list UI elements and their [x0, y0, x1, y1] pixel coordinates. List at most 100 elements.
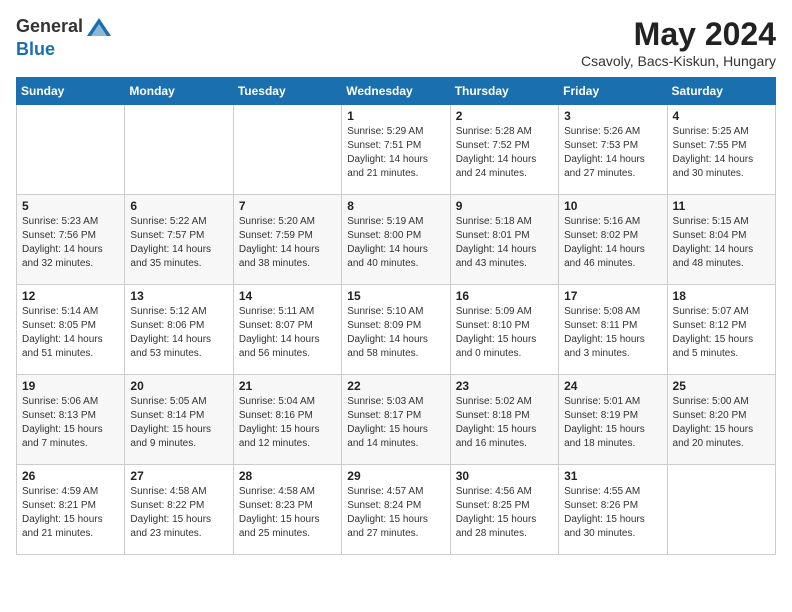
calendar-cell: 27 Sunrise: 4:58 AM Sunset: 8:22 PM Dayli… [125, 465, 233, 555]
day-number: 5 [22, 199, 119, 213]
day-number: 19 [22, 379, 119, 393]
day-info: Sunrise: 5:20 AM Sunset: 7:59 PM Dayligh… [239, 215, 336, 271]
title-block: May 2024 Csavoly, Bacs-Kiskun, Hungary [581, 16, 776, 69]
day-info: Sunrise: 4:58 AM Sunset: 8:22 PM Dayligh… [130, 485, 227, 541]
calendar-cell: 24Sunrise: 5:01 AM Sunset: 8:19 PM Dayli… [559, 375, 667, 465]
day-number: 7 [239, 199, 336, 213]
day-info: Sunrise: 5:29 AM Sunset: 7:51 PM Dayligh… [347, 125, 444, 181]
logo-blue: Blue [16, 40, 113, 60]
day-number: 21 [239, 379, 336, 393]
calendar-cell: 30 Sunrise: 4:56 AM Sunset: 8:25 PM Dayli… [450, 465, 558, 555]
weekday-header: Wednesday [342, 78, 450, 105]
day-info: Sunrise: 4:58 AM Sunset: 8:23 PM Dayligh… [239, 485, 336, 541]
day-number: 17 [564, 289, 661, 303]
day-number: 26 [22, 469, 119, 483]
weekday-header: Saturday [667, 78, 775, 105]
day-info: Sunrise: 5:25 AM Sunset: 7:55 PM Dayligh… [673, 125, 770, 181]
day-number: 22 [347, 379, 444, 393]
day-info: Sunrise: 5:26 AM Sunset: 7:53 PM Dayligh… [564, 125, 661, 181]
calendar-cell: 10 Sunrise: 5:16 AM Sunset: 8:02 PM Dayli… [559, 195, 667, 285]
calendar-location: Csavoly, Bacs-Kiskun, Hungary [581, 53, 776, 69]
day-number: 2 [456, 109, 553, 123]
day-info: Sunrise: 4:55 AM Sunset: 8:26 PM Dayligh… [564, 485, 661, 541]
day-number: 4 [673, 109, 770, 123]
day-info: Sunrise: 5:07 AM Sunset: 8:12 PM Dayligh… [673, 305, 770, 361]
logo-general: General [16, 16, 113, 40]
calendar-cell [125, 105, 233, 195]
day-info: Sunrise: 5:14 AM Sunset: 8:05 PM Dayligh… [22, 305, 119, 361]
day-number: 23 [456, 379, 553, 393]
calendar-cell: 26 Sunrise: 4:59 AM Sunset: 8:21 PM Dayli… [17, 465, 125, 555]
day-number: 25 [673, 379, 770, 393]
calendar-cell: 4 Sunrise: 5:25 AM Sunset: 7:55 PM Daylig… [667, 105, 775, 195]
day-info: Sunrise: 5:16 AM Sunset: 8:02 PM Dayligh… [564, 215, 661, 271]
calendar-cell: 14 Sunrise: 5:11 AM Sunset: 8:07 PM Dayli… [233, 285, 341, 375]
day-number: 18 [673, 289, 770, 303]
calendar-cell: 23 Sunrise: 5:02 AM Sunset: 8:18 PM Dayli… [450, 375, 558, 465]
calendar-cell: 1 Sunrise: 5:29 AM Sunset: 7:51 PM Daylig… [342, 105, 450, 195]
day-info: Sunrise: 4:56 AM Sunset: 8:25 PM Dayligh… [456, 485, 553, 541]
calendar-cell [667, 465, 775, 555]
calendar-title: May 2024 [581, 16, 776, 53]
day-number: 9 [456, 199, 553, 213]
calendar-cell: 21Sunrise: 5:04 AM Sunset: 8:16 PM Dayli… [233, 375, 341, 465]
calendar-cell: 17Sunrise: 5:08 AM Sunset: 8:11 PM Dayli… [559, 285, 667, 375]
calendar-cell: 16 Sunrise: 5:09 AM Sunset: 8:10 PM Dayli… [450, 285, 558, 375]
day-info: Sunrise: 5:15 AM Sunset: 8:04 PM Dayligh… [673, 215, 770, 271]
calendar-cell [17, 105, 125, 195]
weekday-header: Thursday [450, 78, 558, 105]
weekday-header: Friday [559, 78, 667, 105]
calendar-cell: 15Sunrise: 5:10 AM Sunset: 8:09 PM Dayli… [342, 285, 450, 375]
day-number: 3 [564, 109, 661, 123]
day-number: 11 [673, 199, 770, 213]
day-info: Sunrise: 5:02 AM Sunset: 8:18 PM Dayligh… [456, 395, 553, 451]
calendar-cell: 18 Sunrise: 5:07 AM Sunset: 8:12 PM Dayli… [667, 285, 775, 375]
weekday-header: Sunday [17, 78, 125, 105]
calendar-cell [233, 105, 341, 195]
day-number: 31 [564, 469, 661, 483]
day-info: Sunrise: 5:10 AM Sunset: 8:09 PM Dayligh… [347, 305, 444, 361]
day-number: 27 [130, 469, 227, 483]
day-info: Sunrise: 4:57 AM Sunset: 8:24 PM Dayligh… [347, 485, 444, 541]
day-number: 1 [347, 109, 444, 123]
day-info: Sunrise: 5:23 AM Sunset: 7:56 PM Dayligh… [22, 215, 119, 271]
day-info: Sunrise: 5:05 AM Sunset: 8:14 PM Dayligh… [130, 395, 227, 451]
calendar-cell: 31 Sunrise: 4:55 AM Sunset: 8:26 PM Dayli… [559, 465, 667, 555]
day-info: Sunrise: 5:00 AM Sunset: 8:20 PM Dayligh… [673, 395, 770, 451]
day-info: Sunrise: 5:22 AM Sunset: 7:57 PM Dayligh… [130, 215, 227, 271]
calendar-cell: 8Sunrise: 5:19 AM Sunset: 8:00 PM Daylig… [342, 195, 450, 285]
day-info: Sunrise: 4:59 AM Sunset: 8:21 PM Dayligh… [22, 485, 119, 541]
page-header: General Blue May 2024 Csavoly, Bacs-Kisk… [16, 16, 776, 69]
day-number: 29 [347, 469, 444, 483]
weekday-header: Tuesday [233, 78, 341, 105]
calendar-cell: 22 Sunrise: 5:03 AM Sunset: 8:17 PM Dayli… [342, 375, 450, 465]
day-number: 14 [239, 289, 336, 303]
day-number: 16 [456, 289, 553, 303]
weekday-header: Monday [125, 78, 233, 105]
calendar-cell: 19 Sunrise: 5:06 AM Sunset: 8:13 PM Dayli… [17, 375, 125, 465]
day-info: Sunrise: 5:11 AM Sunset: 8:07 PM Dayligh… [239, 305, 336, 361]
day-number: 10 [564, 199, 661, 213]
calendar-cell: 2Sunrise: 5:28 AM Sunset: 7:52 PM Daylig… [450, 105, 558, 195]
calendar-cell: 6 Sunrise: 5:22 AM Sunset: 7:57 PM Daylig… [125, 195, 233, 285]
calendar-cell: 5 Sunrise: 5:23 AM Sunset: 7:56 PM Daylig… [17, 195, 125, 285]
day-info: Sunrise: 5:09 AM Sunset: 8:10 PM Dayligh… [456, 305, 553, 361]
day-number: 28 [239, 469, 336, 483]
calendar-cell: 9 Sunrise: 5:18 AM Sunset: 8:01 PM Daylig… [450, 195, 558, 285]
calendar-table: SundayMondayTuesdayWednesdayThursdayFrid… [16, 77, 776, 555]
day-number: 12 [22, 289, 119, 303]
calendar-cell: 12 Sunrise: 5:14 AM Sunset: 8:05 PM Dayli… [17, 285, 125, 375]
day-number: 20 [130, 379, 227, 393]
calendar-cell: 20 Sunrise: 5:05 AM Sunset: 8:14 PM Dayli… [125, 375, 233, 465]
logo: General Blue [16, 16, 117, 60]
day-number: 13 [130, 289, 227, 303]
calendar-cell: 25 Sunrise: 5:00 AM Sunset: 8:20 PM Dayli… [667, 375, 775, 465]
calendar-cell: 3 Sunrise: 5:26 AM Sunset: 7:53 PM Daylig… [559, 105, 667, 195]
day-info: Sunrise: 5:18 AM Sunset: 8:01 PM Dayligh… [456, 215, 553, 271]
day-info: Sunrise: 5:03 AM Sunset: 8:17 PM Dayligh… [347, 395, 444, 451]
day-info: Sunrise: 5:06 AM Sunset: 8:13 PM Dayligh… [22, 395, 119, 451]
day-number: 6 [130, 199, 227, 213]
day-number: 30 [456, 469, 553, 483]
day-info: Sunrise: 5:12 AM Sunset: 8:06 PM Dayligh… [130, 305, 227, 361]
day-info: Sunrise: 5:19 AM Sunset: 8:00 PM Dayligh… [347, 215, 444, 271]
